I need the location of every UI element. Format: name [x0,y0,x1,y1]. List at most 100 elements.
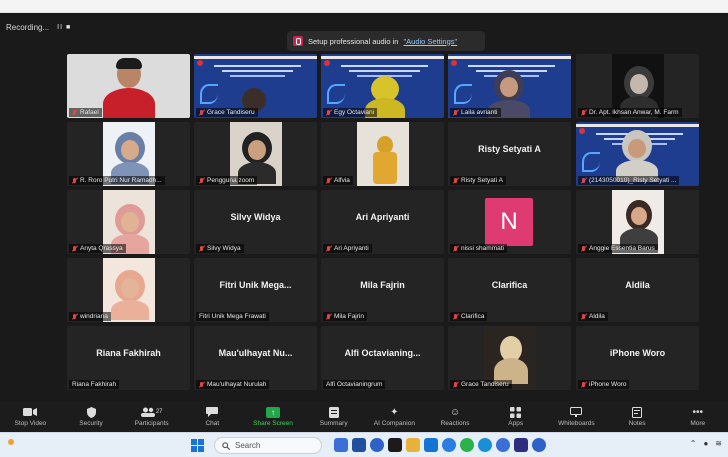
mic-muted-icon [199,109,205,116]
participant-tile[interactable]: Risty Setyati A Risty Setyati A [448,122,571,186]
participant-tile[interactable]: Grace Tandiseru [194,54,317,118]
mic-muted-icon [72,109,78,116]
mic-muted-icon [453,245,459,252]
apps-label: Apps [508,419,524,427]
participant-tile[interactable]: Clarifica Clarifica [448,258,571,322]
chat-label: Chat [205,419,220,427]
participant-tile[interactable]: Pengguna zoom [194,122,317,186]
chat-bubble-icon [205,407,219,418]
participant-name: windriana [80,313,108,320]
file-explorer-icon[interactable] [406,438,420,452]
recording-pause-stop-controls[interactable]: II ■ [57,24,71,31]
mic-muted-icon [199,381,205,388]
participant-tile[interactable]: R. Roro Putri Nur Ramadh... [67,122,190,186]
terminal-app-icon[interactable] [388,438,402,452]
window-top-strip [0,0,728,13]
whatsapp-icon[interactable] [460,438,474,452]
taskbar-search-box[interactable]: Search [214,437,322,454]
participant-tile[interactable]: Mau'ulhayat Nu... Mau'ulhayat Nurulah [194,326,317,390]
participants-icon: 27 [140,407,164,418]
participant-name: Fitri Unik Mega Frawati [199,313,266,320]
participant-name: Anggie Essentia Barus [589,245,655,252]
participants-button[interactable]: 27 Participants [121,401,182,432]
participant-tile[interactable]: Egy Octaviani [321,54,444,118]
chrome-browser-icon[interactable] [496,438,510,452]
mic-muted-icon [326,177,332,184]
participant-tile[interactable]: windriana [67,258,190,322]
participant-tile[interactable]: Fitri Unik Mega... Fitri Unik Mega Frawa… [194,258,317,322]
chat-button[interactable]: Chat [182,401,243,432]
participant-tile[interactable]: (2143050010)_Risty Setyati ... [576,122,699,186]
sparkle-icon: ✦ [390,406,399,418]
participant-name: R. Roro Putri Nur Ramadh... [80,177,162,184]
zoom-meeting-icon[interactable] [532,438,546,452]
participant-name: Egy Octaviani [334,109,375,116]
participant-tile[interactable]: iPhone Woro iPhone Woro [576,326,699,390]
participant-display-name: Mila Fajrin [360,280,405,290]
summary-button[interactable]: Summary [303,401,364,432]
participant-name: Risty Setyati A [461,177,503,184]
more-dots-icon: ••• [692,406,703,418]
mic-tray-icon[interactable]: ● [703,439,708,448]
edge-browser-icon[interactable] [478,438,492,452]
participant-tile[interactable]: Grace Tandiseru [448,326,571,390]
zoom-app-icon[interactable] [352,438,366,452]
stop-video-button[interactable]: Stop Video [0,401,61,432]
participant-tile[interactable]: Aldila Aldila [576,258,699,322]
participant-tile[interactable]: Silvy Widya Silvy Widya [194,190,317,254]
shield-icon [84,406,98,418]
meeting-toolbar: Stop Video Security 27 Participants Chat… [0,401,728,432]
participant-tile[interactable]: Riana Fakhirah Riana Fakhirah [67,326,190,390]
notes-button[interactable]: Notes [607,401,668,432]
recording-indicator[interactable]: Recording... II ■ [6,20,71,34]
mic-muted-icon [581,245,587,252]
telegram-icon[interactable] [442,438,456,452]
participant-tile[interactable]: Dr. Apt. Ikhsan Anwar, M. Farm [576,54,699,118]
participant-tile[interactable]: Alfvia [321,122,444,186]
audio-settings-banner[interactable]: Setup professional audio in "Audio Setti… [287,31,485,51]
participant-name: Alfvia [334,177,350,184]
participant-tile[interactable]: Mila Fajrin Mila Fajrin [321,258,444,322]
share-screen-button[interactable]: ↑ Share Screen [243,401,304,432]
notes-icon [630,406,644,418]
participant-tile[interactable]: Anyta Qrassya [67,190,190,254]
participant-name: Ari Apriyanti [334,245,369,252]
participant-tile[interactable]: N nissi shammati [448,190,571,254]
participant-tile-active-speaker[interactable]: Laila avrianti [448,54,571,118]
participant-tile[interactable]: Rafael [67,54,190,118]
store-app-icon[interactable] [424,438,438,452]
app-icon[interactable] [514,438,528,452]
mic-muted-icon [581,177,587,184]
chat-app-icon[interactable] [370,438,384,452]
whiteboards-button[interactable]: Whiteboards [546,401,607,432]
participant-name: Aldila [589,313,605,320]
participants-count: 27 [155,409,163,415]
participant-display-name: Silvy Widya [230,212,281,222]
chevron-up-icon[interactable]: ⌃ [690,439,697,448]
whiteboards-label: Whiteboards [558,419,595,427]
mic-muted-icon [581,313,587,320]
more-label: More [690,419,706,427]
task-view-icon[interactable] [334,438,348,452]
audio-settings-link[interactable]: "Audio Settings" [403,37,457,46]
search-placeholder: Search [235,441,261,450]
participant-avatar: N [485,198,533,246]
participant-display-name: iPhone Woro [609,348,666,358]
weather-icon[interactable] [8,439,14,445]
stop-video-label: Stop Video [14,419,47,427]
participant-tile[interactable]: Ari Apriyanti Ari Apriyanti [321,190,444,254]
participant-name: (2143050010)_Risty Setyati ... [589,177,677,184]
more-button[interactable]: ••• More [667,401,728,432]
apps-button[interactable]: Apps [485,401,546,432]
security-button[interactable]: Security [61,401,122,432]
participant-tile[interactable]: Alfi Octavianing... Alfi Octavianingrum [321,326,444,390]
ai-companion-button[interactable]: ✦ AI Companion [364,401,425,432]
reactions-label: Reactions [440,419,470,427]
reactions-button[interactable]: ☺ Reactions [425,401,486,432]
wifi-icon[interactable]: ≋ [715,439,722,448]
participant-tile[interactable]: Anggie Essentia Barus [576,190,699,254]
mic-muted-icon [453,313,459,320]
whiteboard-icon [569,407,583,418]
windows-start-icon[interactable] [191,439,204,452]
video-camera-icon [23,407,38,418]
